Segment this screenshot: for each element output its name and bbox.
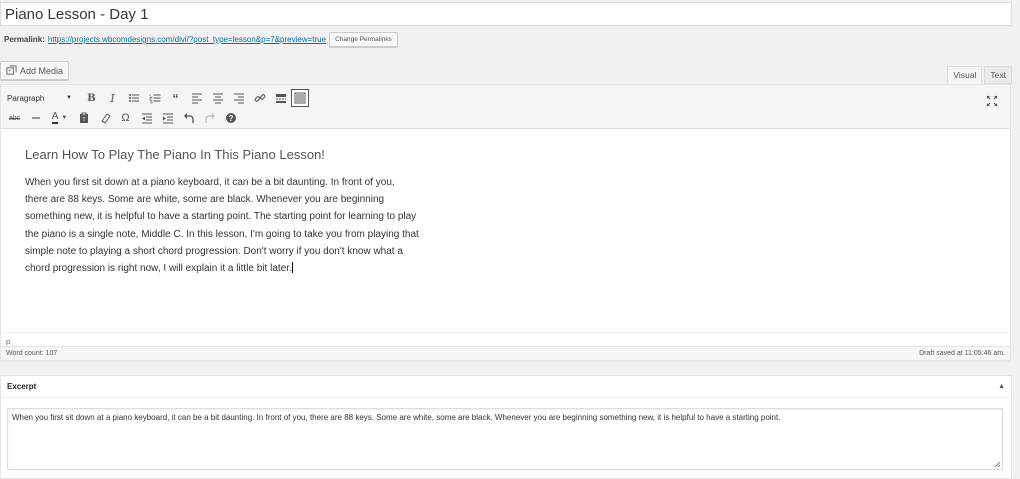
help-icon[interactable]: ? [220, 109, 241, 127]
word-count: Word count: 107 [6, 350, 58, 357]
draft-saved-status: Draft saved at 11:05:46 am. [919, 350, 1005, 357]
editor-content[interactable]: Learn How To Play The Piano In This Pian… [1, 129, 1010, 277]
format-select-value: Paragraph [7, 93, 45, 103]
permalink-url-link[interactable]: https://projects.wbcomdesigns.com/divi/?… [48, 35, 326, 44]
align-left-icon[interactable] [186, 89, 207, 107]
resize-handle-icon[interactable] [993, 460, 1001, 468]
excerpt-box: Excerpt ▲ When you first sit down at a p… [0, 375, 1012, 479]
outdent-icon[interactable] [136, 109, 157, 127]
align-center-icon[interactable] [207, 89, 228, 107]
content-paragraph: When you first sit down at a piano keybo… [25, 177, 419, 275]
toolbar-toggle-icon[interactable] [291, 89, 309, 107]
svg-text:?: ? [228, 114, 233, 123]
media-icon [6, 65, 17, 75]
fullscreen-icon[interactable] [981, 92, 1002, 110]
status-bar: Word count: 107 Draft saved at 11:05:46 … [0, 346, 1011, 361]
tab-text[interactable]: Text [984, 66, 1012, 84]
clear-formatting-icon[interactable] [94, 109, 115, 127]
read-more-icon[interactable] [270, 89, 291, 107]
text-color-icon[interactable]: A ▼ [46, 109, 73, 127]
text-cursor [291, 262, 293, 274]
add-media-button[interactable]: Add Media [0, 61, 70, 80]
editor-tabs: Visual Text [947, 66, 1012, 84]
permalink-row: Permalink: https://projects.wbcomdesigns… [4, 32, 398, 47]
excerpt-title: Excerpt [7, 382, 37, 391]
align-right-icon[interactable] [228, 89, 249, 107]
strikethrough-icon[interactable]: abc [4, 109, 25, 127]
bold-icon[interactable]: B [81, 89, 102, 107]
link-icon[interactable] [249, 89, 270, 107]
indent-icon[interactable] [157, 109, 178, 127]
change-permalinks-button[interactable]: Change Permalinks [329, 32, 398, 47]
numbered-list-icon[interactable] [144, 89, 165, 107]
excerpt-textarea[interactable]: When you first sit down at a piano keybo… [7, 408, 1003, 470]
blockquote-icon[interactable]: “ [165, 89, 186, 107]
add-media-label: Add Media [20, 65, 64, 76]
permalink-label: Permalink: [4, 35, 45, 44]
svg-text:T: T [82, 117, 85, 123]
editor-toolbar: Paragraph ▼ B I “ abc A ▼ T Ω ? [1, 85, 1010, 129]
excerpt-header[interactable]: Excerpt ▲ [1, 376, 1011, 398]
bullet-list-icon[interactable] [123, 89, 144, 107]
excerpt-text: When you first sit down at a piano keybo… [12, 413, 781, 422]
horizontal-line-icon[interactable] [25, 109, 46, 127]
special-character-icon[interactable]: Ω [115, 109, 136, 127]
chevron-down-icon: ▼ [66, 95, 72, 101]
paste-text-icon[interactable]: T [73, 109, 94, 127]
post-title-input[interactable]: Piano Lesson - Day 1 [0, 2, 1012, 26]
tab-visual[interactable]: Visual [947, 66, 983, 84]
italic-icon[interactable]: I [102, 89, 123, 107]
content-heading: Learn How To Play The Piano In This Pian… [25, 147, 325, 162]
format-select[interactable]: Paragraph ▼ [4, 90, 75, 106]
redo-icon[interactable] [199, 109, 220, 127]
collapse-toggle-icon[interactable]: ▲ [998, 383, 1005, 390]
editor: Paragraph ▼ B I “ abc A ▼ T Ω ? Learn Ho… [0, 84, 1011, 362]
undo-icon[interactable] [178, 109, 199, 127]
